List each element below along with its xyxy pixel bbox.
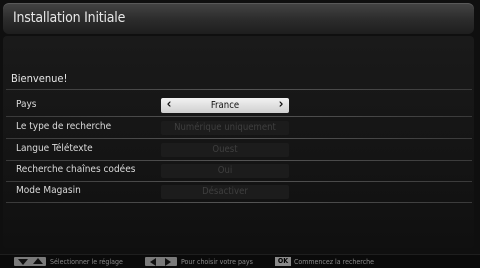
setting-label-encrypted: Recherche chaînes codées [16, 164, 136, 175]
divider [6, 138, 472, 139]
setting-label-teletext: Langue Télétexte [16, 143, 93, 154]
encrypted-channels-value[interactable]: Oui [161, 164, 289, 178]
hint-country: Pour choisir votre pays [181, 258, 253, 266]
footer-hints: Sélectionner le réglage Pour choisir vot… [0, 254, 480, 268]
chevron-right-icon[interactable]: › [275, 98, 287, 113]
search-type-value[interactable]: Numérique uniquement [161, 121, 289, 135]
country-value: France [210, 100, 240, 111]
page-title: Installation Initiale [13, 10, 126, 26]
up-down-arrows-icon [14, 257, 46, 266]
divider [6, 160, 472, 161]
ok-key-icon: OK [275, 257, 291, 266]
divider [6, 116, 472, 117]
hint-ok: Commencez la recherche [294, 258, 375, 266]
setting-label-country: Pays [16, 99, 37, 110]
divider [6, 181, 472, 182]
hint-select: Sélectionner le réglage [50, 258, 123, 266]
welcome-text: Bienvenue! [11, 72, 68, 85]
teletext-language-value[interactable]: Ouest [161, 143, 289, 157]
store-mode-value[interactable]: Désactiver [161, 185, 289, 199]
chevron-left-icon[interactable]: ‹ [163, 98, 175, 113]
country-selector[interactable]: ‹ France › [161, 98, 289, 113]
title-bar: Installation Initiale [3, 3, 474, 34]
setting-label-store-mode: Mode Magasin [16, 185, 81, 196]
divider [6, 89, 472, 90]
settings-panel [3, 36, 474, 248]
divider [6, 202, 472, 203]
setting-label-search-type: Le type de recherche [16, 121, 112, 132]
left-right-arrows-icon [145, 257, 177, 266]
tv-screen: Installation Initiale Bienvenue! Pays ‹ … [0, 0, 480, 268]
